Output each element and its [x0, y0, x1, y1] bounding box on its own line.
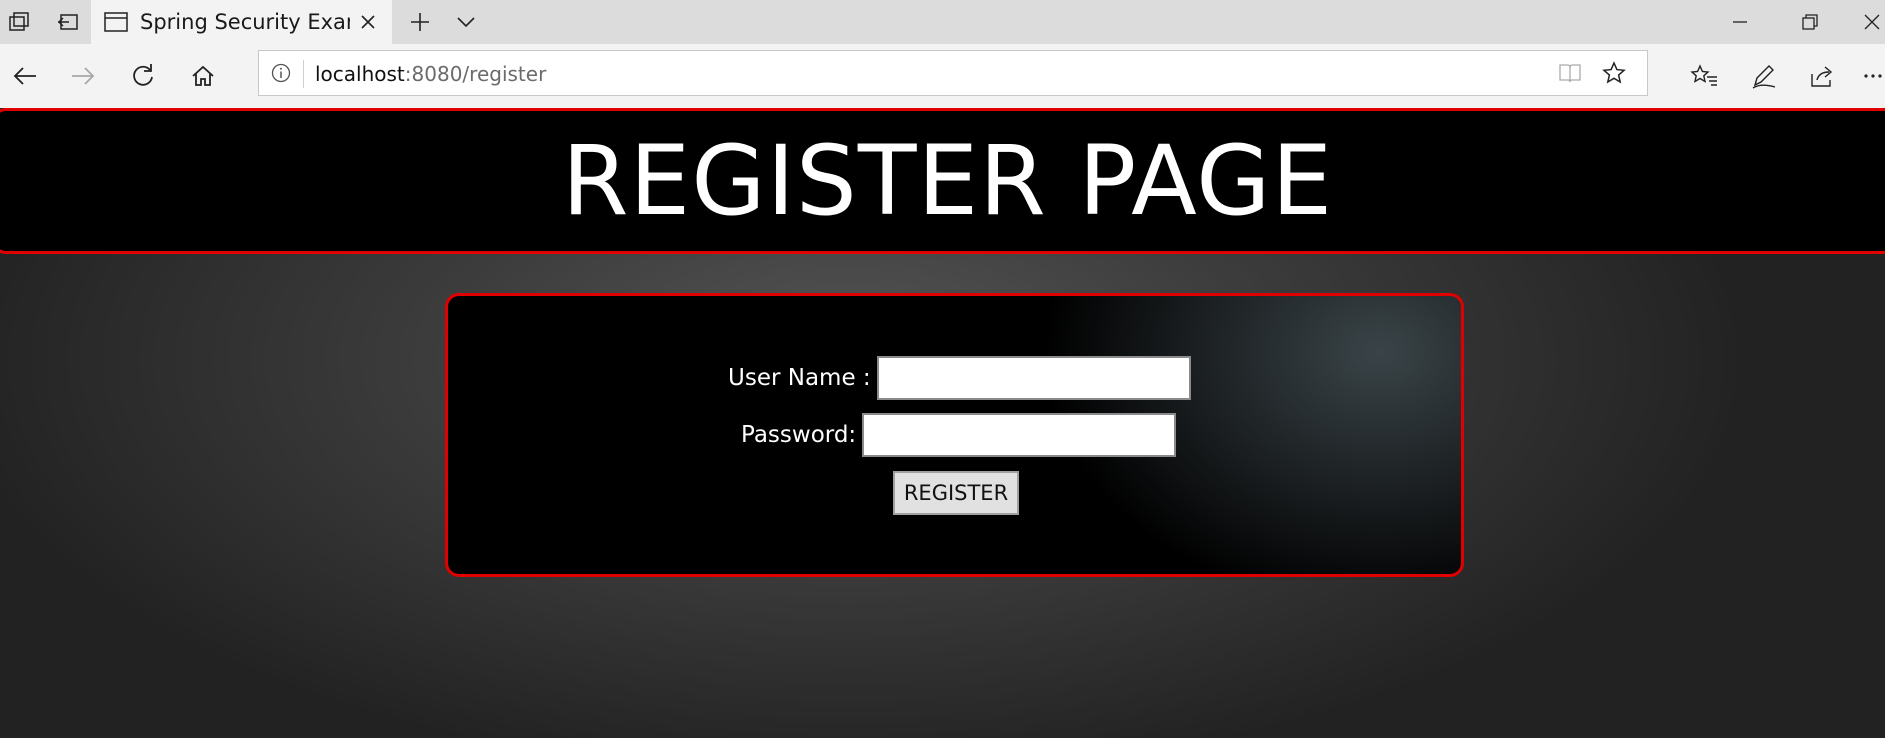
- more-options-icon[interactable]: [1860, 44, 1885, 108]
- address-bar[interactable]: localhost:8080/register: [258, 50, 1648, 96]
- username-label: User Name :: [728, 365, 871, 391]
- page-title: REGISTER PAGE: [561, 125, 1334, 237]
- address-separator: [303, 60, 304, 88]
- url-path: :8080/register: [404, 62, 547, 86]
- register-form: User Name : Password: REGISTER: [445, 293, 1464, 577]
- username-row: User Name :: [728, 356, 1191, 400]
- username-input[interactable]: [876, 356, 1191, 400]
- minimize-icon[interactable]: [1720, 0, 1760, 44]
- favorite-star-icon[interactable]: [1599, 51, 1629, 95]
- web-note-pen-icon[interactable]: [1744, 44, 1784, 108]
- forward-icon[interactable]: [62, 44, 104, 108]
- site-info-icon[interactable]: [269, 51, 293, 95]
- reading-view-icon[interactable]: [1555, 51, 1585, 95]
- favorites-hub-icon[interactable]: [1684, 44, 1724, 108]
- password-row: Password:: [741, 413, 1177, 457]
- tab-actions-icon[interactable]: [0, 0, 40, 44]
- register-button[interactable]: REGISTER: [893, 471, 1019, 515]
- home-icon[interactable]: [182, 44, 224, 108]
- share-icon[interactable]: [1802, 44, 1842, 108]
- url-text[interactable]: localhost:8080/register: [315, 51, 546, 97]
- page-icon: [103, 0, 129, 44]
- browser-tab-bar: Spring Security Example: [0, 0, 1885, 44]
- browser-toolbar: localhost:8080/register: [0, 44, 1885, 109]
- active-tab[interactable]: Spring Security Example: [91, 0, 392, 44]
- set-tabs-aside-icon[interactable]: [48, 0, 88, 44]
- tab-title: Spring Security Example: [140, 10, 350, 34]
- back-icon[interactable]: [4, 44, 46, 108]
- password-input[interactable]: [862, 413, 1177, 457]
- page-content: REGISTER PAGE User Name : Password: REGI…: [0, 108, 1885, 738]
- page-header: REGISTER PAGE: [0, 108, 1885, 254]
- close-window-icon[interactable]: [1858, 0, 1885, 44]
- new-tab-icon[interactable]: [402, 0, 438, 44]
- tab-list-chevron-icon[interactable]: [448, 0, 484, 44]
- close-tab-icon[interactable]: [353, 0, 383, 44]
- password-label: Password:: [741, 422, 857, 448]
- restore-icon[interactable]: [1790, 0, 1830, 44]
- url-host: localhost: [315, 62, 405, 86]
- refresh-icon[interactable]: [122, 44, 164, 108]
